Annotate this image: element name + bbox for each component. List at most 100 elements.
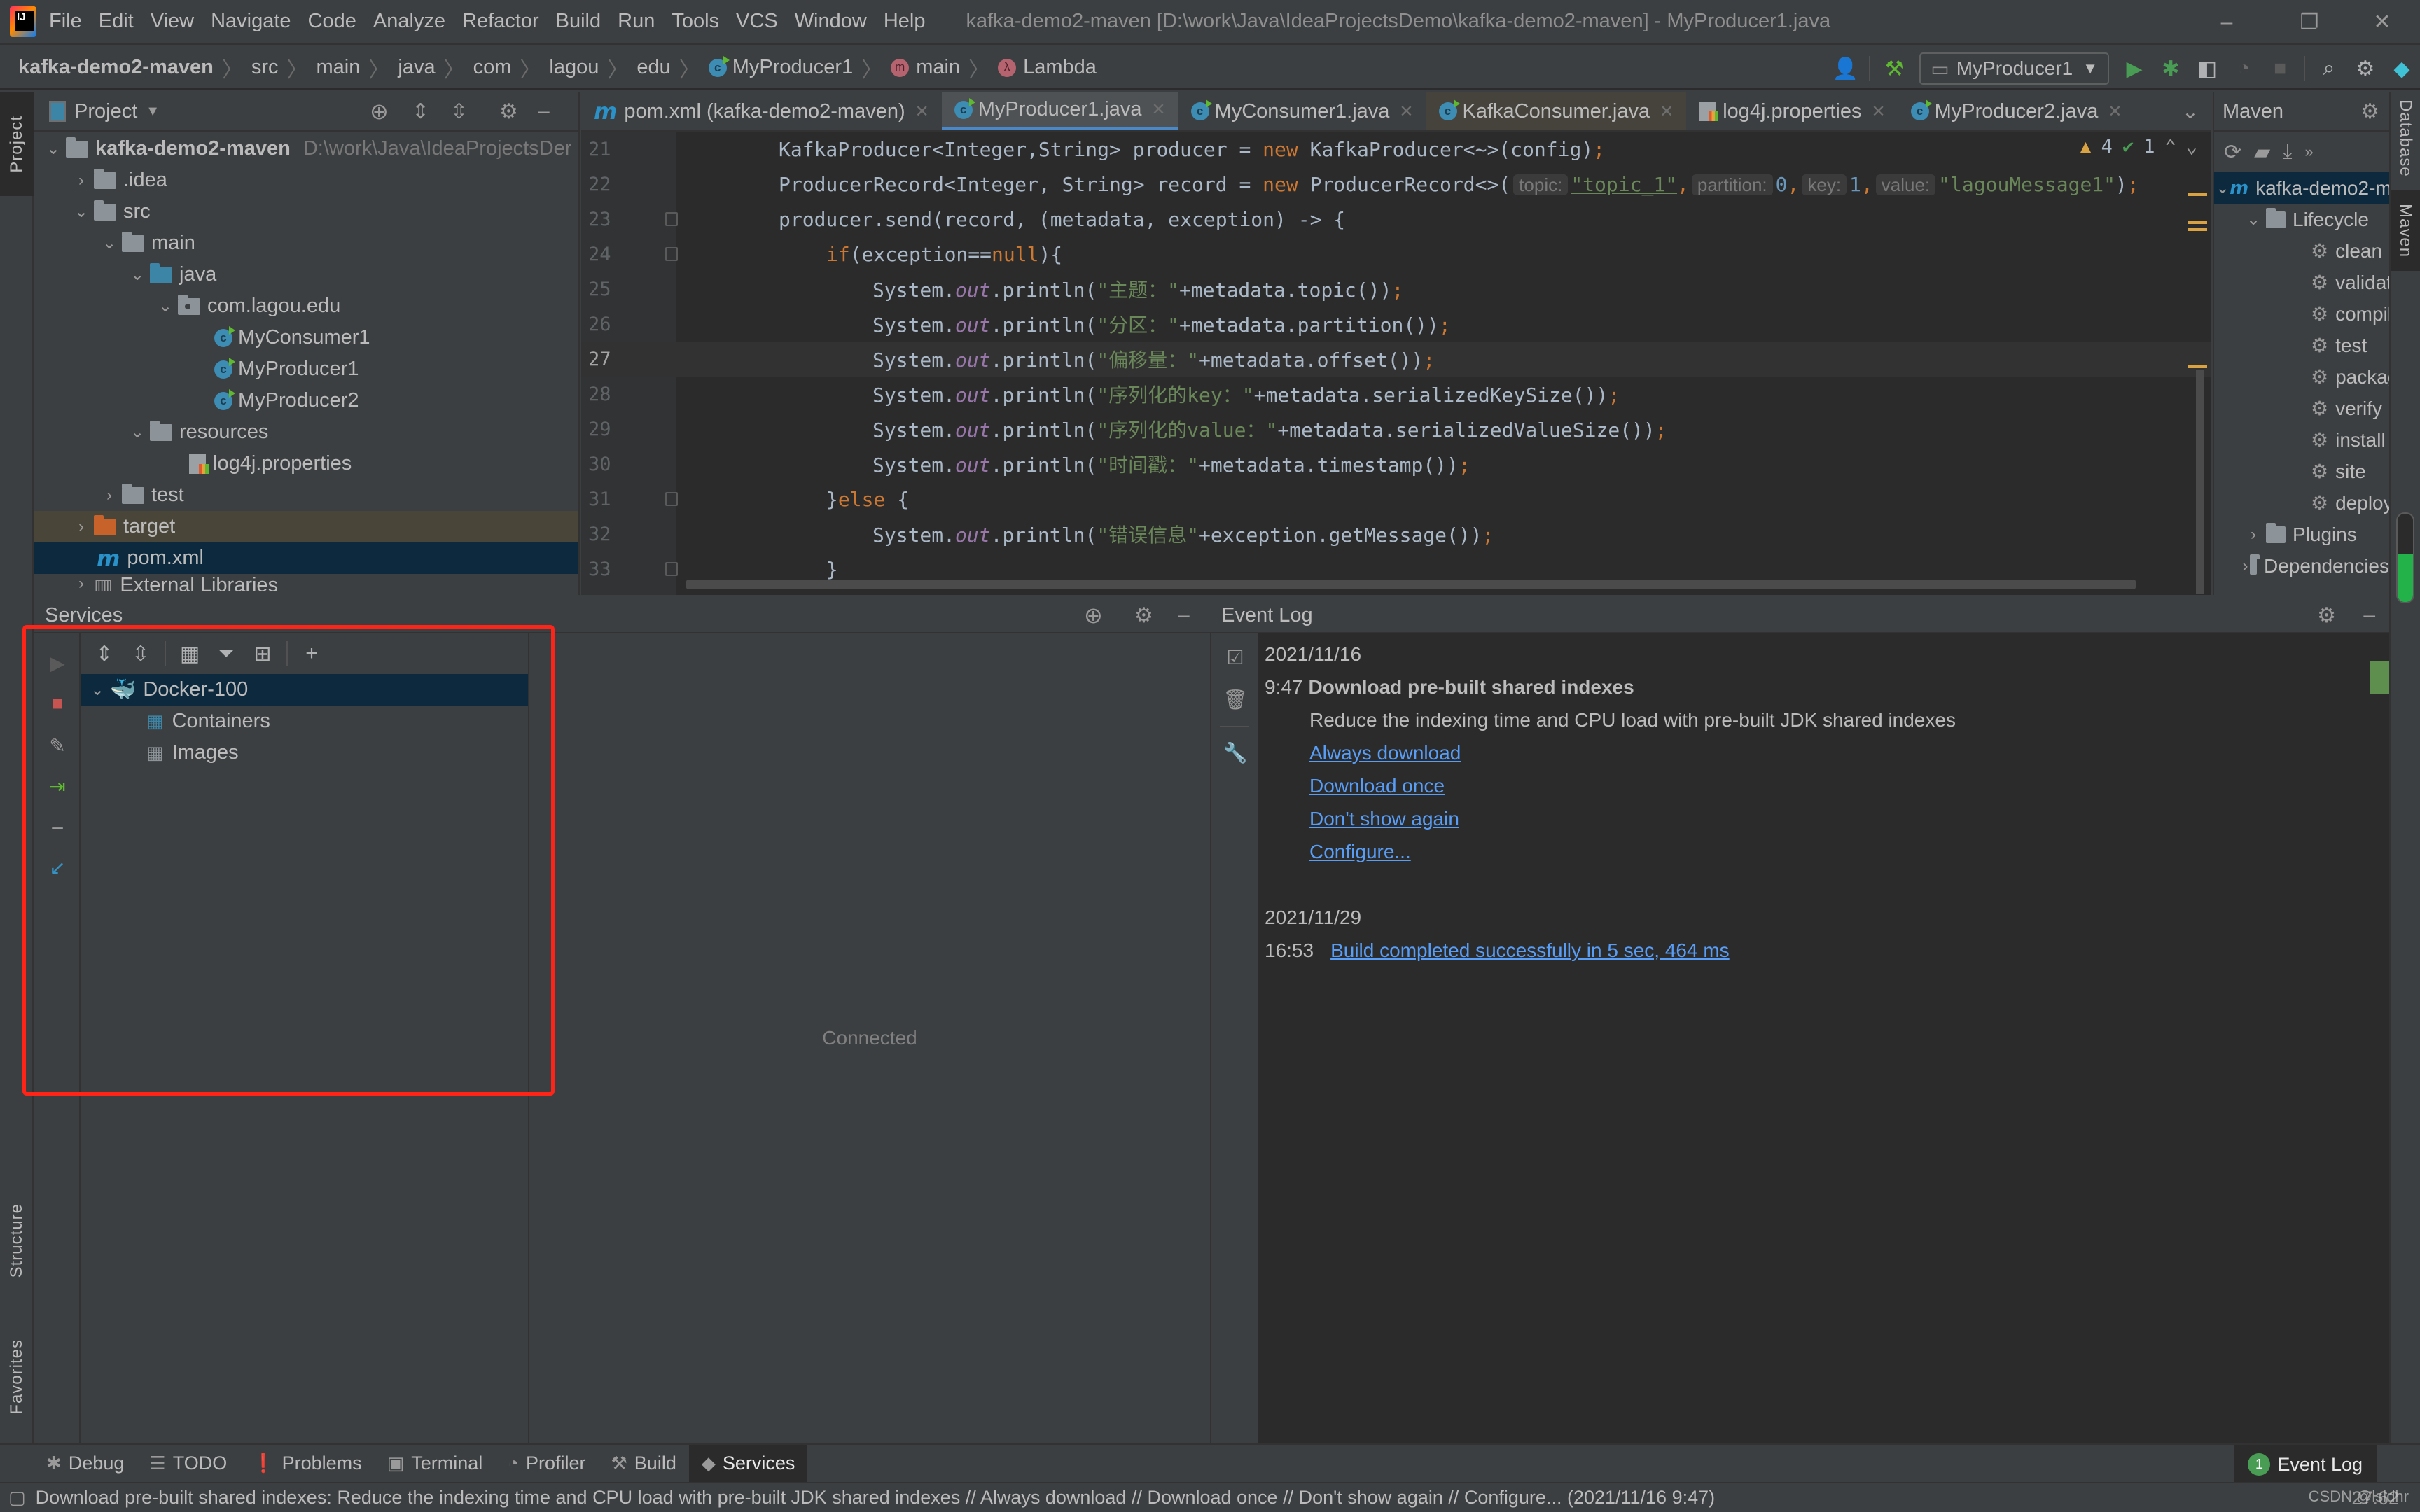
tool-tab-build[interactable]: ⚒ Build (598, 1445, 688, 1482)
menu-edit[interactable]: Edit (99, 10, 134, 33)
locate-icon[interactable]: ⊕ (1084, 602, 1103, 629)
chevron-right-icon[interactable]: › (69, 171, 94, 190)
search-icon[interactable]: ⌕ (2314, 53, 2344, 84)
tool-tab-profiler[interactable]: ◔ Profiler (495, 1445, 598, 1482)
breadcrumb-edu[interactable]: edu (637, 56, 670, 79)
editor-tab-myproducer1[interactable]: c MyProducer1.java ✕ (941, 92, 1178, 130)
maven-goal-package[interactable]: ⚙ package (2214, 361, 2389, 393)
services-item-docker[interactable]: ⌄ 🐳 Docker-100 (81, 674, 528, 706)
tree-item-java[interactable]: ⌄ java (34, 259, 578, 290)
hide-panel-icon[interactable]: – (1178, 603, 1190, 627)
maven-goal-validate[interactable]: ⚙ validate (2214, 267, 2389, 298)
settings-wrench-icon[interactable]: 🔧 (1221, 738, 1249, 766)
collapse-all-icon[interactable]: ⇳ (450, 99, 468, 124)
breadcrumb-lagou[interactable]: lagou (549, 56, 599, 79)
chevron-down-icon[interactable]: ⌄ (2216, 178, 2230, 198)
maven-goal-deploy[interactable]: ⚙ deploy (2214, 487, 2389, 519)
editor-tab-pom[interactable]: m pom.xml (kafka-demo2-maven) ✕ (581, 92, 942, 130)
tool-tab-services[interactable]: ◆ Services (688, 1445, 808, 1482)
run-configuration-select[interactable]: ▭ MyProducer1 ▼ (1919, 52, 2109, 85)
settings-icon[interactable]: ⚙ (1134, 603, 1153, 628)
menu-vcs[interactable]: VCS (736, 10, 778, 33)
breadcrumb-com[interactable]: com (473, 56, 512, 79)
add-service-icon[interactable]: + (296, 638, 327, 669)
close-tab-icon[interactable]: ✕ (1872, 102, 1886, 122)
breadcrumb-class[interactable]: c MyProducer1 (708, 55, 853, 79)
tree-item-pom[interactable]: m pom.xml (34, 542, 578, 574)
new-service-icon[interactable]: ⊞ (247, 638, 278, 669)
minimize-button[interactable]: – (2206, 7, 2248, 38)
tree-item-myproducer2[interactable]: c MyProducer2 (34, 385, 578, 416)
chevron-down-icon[interactable]: ⌄ (125, 422, 150, 442)
tree-item-root[interactable]: ⌄ kafka-demo2-maven D:\work\Java\IdeaPro… (34, 133, 578, 164)
editor-vertical-scrollbar[interactable] (2196, 370, 2204, 594)
maven-goal-test[interactable]: ⚙ test (2214, 330, 2389, 361)
close-tab-icon[interactable]: ✕ (1399, 102, 1413, 122)
close-tab-icon[interactable]: ✕ (915, 102, 929, 122)
tool-tab-event-log[interactable]: 1 Event Log (2234, 1445, 2377, 1484)
close-tab-icon[interactable]: ✕ (1151, 99, 1165, 120)
maven-goal-compile[interactable]: ⚙ compile (2214, 298, 2389, 330)
close-tab-icon[interactable]: ✕ (1660, 102, 1674, 122)
menu-navigate[interactable]: Navigate (211, 10, 291, 33)
fold-icon[interactable] (665, 562, 678, 576)
toolbox-icon[interactable]: ◆ (2386, 53, 2417, 84)
chevron-down-icon[interactable]: ▼ (146, 104, 160, 120)
debug-icon[interactable]: ✱ (2155, 53, 2186, 84)
tree-item-myproducer1[interactable]: c MyProducer1 (34, 354, 578, 385)
code-editor[interactable]: ▲ 4 ✔ 1 ⌃ ⌄ 21 KafkaProducer<Integer,Strin… (581, 132, 2211, 595)
editor-tab-log4j[interactable]: log4j.properties ✕ (1686, 92, 1898, 130)
build-result-link[interactable]: Build completed successfully in 5 sec, 4… (1330, 939, 1730, 962)
breadcrumb-main[interactable]: main (317, 56, 361, 79)
menu-file[interactable]: File (49, 10, 82, 33)
chevron-right-icon[interactable]: › (69, 517, 94, 537)
fold-icon[interactable] (665, 247, 678, 261)
always-download-link[interactable]: Always download (1309, 742, 1461, 764)
restore-button[interactable]: ❐ (2288, 7, 2330, 38)
settings-icon[interactable]: ⚙ (2360, 99, 2379, 124)
minimize-icon[interactable]: – (43, 813, 71, 841)
stripe-tab-project[interactable]: Project (0, 92, 34, 196)
tree-item-main[interactable]: ⌄ main (34, 227, 578, 259)
menu-help[interactable]: Help (884, 10, 926, 33)
breadcrumb-src[interactable]: src (251, 56, 279, 79)
tree-item-src[interactable]: ⌄ src (34, 196, 578, 227)
chevron-down-icon[interactable]: ⌄ (2241, 209, 2266, 230)
hide-panel-icon[interactable]: – (538, 99, 550, 123)
tree-item-log4j[interactable]: log4j.properties (34, 448, 578, 479)
stop-icon[interactable]: ■ (2265, 53, 2295, 84)
chevron-down-icon[interactable]: ⌄ (41, 139, 66, 159)
maven-goal-verify[interactable]: ⚙ verify (2214, 393, 2389, 424)
breadcrumb-java[interactable]: java (398, 56, 435, 79)
reload-icon[interactable]: ⟳ (2224, 140, 2241, 164)
warning-marker[interactable] (2188, 221, 2207, 224)
toggle-tool-windows-icon[interactable]: ▢ (8, 1487, 26, 1508)
tool-tab-terminal[interactable]: ▣ Terminal (375, 1445, 496, 1482)
memory-indicator[interactable] (2396, 512, 2414, 603)
tree-item-target[interactable]: › target (34, 511, 578, 542)
more-actions-icon[interactable]: » (2304, 143, 2313, 161)
menu-window[interactable]: Window (795, 10, 867, 33)
stripe-tab-database[interactable]: Database (2391, 92, 2420, 183)
download-once-link[interactable]: Download once (1309, 775, 1445, 797)
breadcrumb-lambda[interactable]: λ Lambda (998, 56, 1097, 79)
tool-tab-todo[interactable]: ☰ TODO (137, 1445, 239, 1482)
tool-tab-debug[interactable]: ✱ Debug (34, 1445, 137, 1482)
editor-tab-myproducer2[interactable]: c MyProducer2.java ✕ (1898, 92, 2135, 130)
mark-all-read-icon[interactable]: ☑ (1221, 643, 1249, 671)
editor-horizontal-scrollbar[interactable] (686, 580, 2136, 589)
generate-sources-icon[interactable]: ▰ (2254, 140, 2270, 164)
chevron-down-icon[interactable]: ⌄ (69, 202, 94, 222)
maven-goal-site[interactable]: ⚙ site (2214, 456, 2389, 487)
show-hidden-tabs-icon[interactable]: ⌄ (2169, 92, 2211, 130)
services-item-containers[interactable]: ▦ Containers (81, 706, 528, 737)
warning-marker[interactable] (2188, 365, 2207, 368)
clear-all-icon[interactable]: 🗑 (1221, 685, 1249, 713)
status-message[interactable]: Download pre-built shared indexes: Reduc… (36, 1487, 1716, 1508)
chevron-down-icon[interactable]: ⌄ (85, 680, 110, 700)
settings-icon[interactable]: ⚙ (2317, 603, 2336, 628)
breadcrumb-project[interactable]: kafka-demo2-maven (18, 56, 214, 79)
run-icon[interactable]: ▶ (43, 649, 71, 677)
maven-goal-install[interactable]: ⚙ install (2214, 424, 2389, 456)
stop-icon[interactable]: ■ (43, 690, 71, 718)
